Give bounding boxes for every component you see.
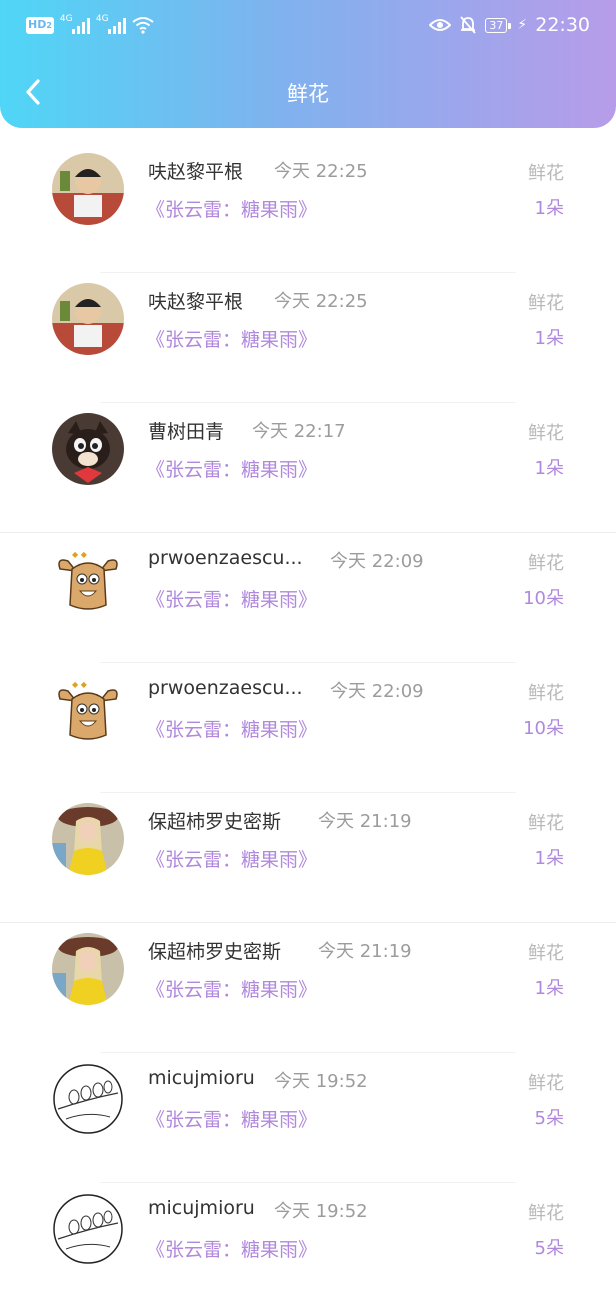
man-avatar[interactable] <box>52 283 124 355</box>
girl-avatar[interactable] <box>52 803 124 875</box>
sender-name: micujmioru <box>148 1197 255 1219</box>
eye-icon <box>429 19 452 31</box>
gift-type: 鲜花 <box>528 943 564 964</box>
gift-count: 1朵 <box>534 848 564 869</box>
signal-icon: 4G <box>60 14 90 34</box>
wifi-icon <box>132 17 154 34</box>
hd-badge: HD2 <box>26 16 54 34</box>
gift-type: 鲜花 <box>528 553 564 574</box>
gift-count: 1朵 <box>534 978 564 999</box>
gift-count: 1朵 <box>534 328 564 349</box>
sender-name: 保超杮罗史密斯 <box>148 811 282 833</box>
status-time: 22:30 <box>535 14 590 36</box>
send-time: 今天 22:25 <box>274 291 368 312</box>
header: HD2 4G 4G 37 ⚡ 22:30 鲜花 <box>0 0 616 128</box>
list-item[interactable]: micujmioru 今天 19:52 《张云雷：糖果雨》 鲜花 5朵 <box>0 1053 616 1183</box>
song-title[interactable]: 《张云雷：糖果雨》 <box>146 1235 317 1262</box>
cat-avatar[interactable] <box>52 413 124 485</box>
gift-type: 鲜花 <box>528 683 564 704</box>
gift-type: 鲜花 <box>528 423 564 444</box>
list-item[interactable]: micujmioru 今天 19:52 《张云雷：糖果雨》 鲜花 5朵 <box>0 1183 616 1313</box>
signal-icon: 4G <box>96 14 126 34</box>
song-title[interactable]: 《张云雷：糖果雨》 <box>146 585 317 612</box>
gift-count: 10朵 <box>523 588 564 609</box>
send-time: 今天 19:52 <box>274 1071 368 1092</box>
gift-count: 5朵 <box>534 1238 564 1259</box>
battery-icon: 37 <box>485 17 512 33</box>
song-title[interactable]: 《张云雷：糖果雨》 <box>146 325 317 352</box>
charging-icon: ⚡ <box>517 17 528 33</box>
send-time: 今天 19:52 <box>274 1201 368 1222</box>
gift-count: 1朵 <box>534 458 564 479</box>
sender-name: prwoenzaescu... <box>148 547 303 569</box>
sender-name: 呋赵黎平根 <box>148 291 244 313</box>
song-title[interactable]: 《张云雷：糖果雨》 <box>146 1105 317 1132</box>
song-title[interactable]: 《张云雷：糖果雨》 <box>146 845 317 872</box>
gift-type: 鲜花 <box>528 163 564 184</box>
list-item[interactable]: 呋赵黎平根 今天 22:25 《张云雷：糖果雨》 鲜花 1朵 <box>0 273 616 403</box>
girl-avatar[interactable] <box>52 933 124 1005</box>
list-item[interactable]: ◆ ◆ prwoenzaescu... 今天 22:09 《张云雷：糖果雨》 鲜… <box>0 663 616 793</box>
send-time: 今天 22:09 <box>330 551 424 572</box>
song-title[interactable]: 《张云雷：糖果雨》 <box>146 715 317 742</box>
list-item[interactable]: 保超杮罗史密斯 今天 21:19 《张云雷：糖果雨》 鲜花 1朵 <box>0 923 616 1053</box>
page-title: 鲜花 <box>287 82 329 106</box>
send-time: 今天 22:25 <box>274 161 368 182</box>
cartoon-avatar[interactable]: ◆ ◆ <box>52 543 124 615</box>
gift-type: 鲜花 <box>528 1203 564 1224</box>
sender-name: 保超杮罗史密斯 <box>148 941 282 963</box>
list-item[interactable]: ◆ ◆ prwoenzaescu... 今天 22:09 《张云雷：糖果雨》 鲜… <box>0 533 616 663</box>
sender-name: prwoenzaescu... <box>148 677 303 699</box>
send-time: 今天 22:17 <box>252 421 346 442</box>
gift-record-list: 呋赵黎平根 今天 22:25 《张云雷：糖果雨》 鲜花 1朵 呋赵黎平根 今天 … <box>0 143 616 1313</box>
mute-bell-icon <box>460 16 477 34</box>
send-time: 今天 21:19 <box>318 811 412 832</box>
list-item[interactable]: 保超杮罗史密斯 今天 21:19 《张云雷：糖果雨》 鲜花 1朵 <box>0 793 616 923</box>
list-item[interactable]: 曹树田青 今天 22:17 《张云雷：糖果雨》 鲜花 1朵 <box>0 403 616 533</box>
cartoon-avatar[interactable]: ◆ ◆ <box>52 673 124 745</box>
sketch-avatar[interactable] <box>52 1193 124 1265</box>
status-bar: HD2 4G 4G 37 ⚡ 22:30 <box>0 0 616 50</box>
song-title[interactable]: 《张云雷：糖果雨》 <box>146 195 317 222</box>
gift-count: 1朵 <box>534 198 564 219</box>
gift-type: 鲜花 <box>528 813 564 834</box>
sender-name: micujmioru <box>148 1067 255 1089</box>
list-item[interactable]: 呋赵黎平根 今天 22:25 《张云雷：糖果雨》 鲜花 1朵 <box>0 143 616 273</box>
gift-count: 5朵 <box>534 1108 564 1129</box>
song-title[interactable]: 《张云雷：糖果雨》 <box>146 975 317 1002</box>
sender-name: 呋赵黎平根 <box>148 161 244 183</box>
sketch-avatar[interactable] <box>52 1063 124 1135</box>
send-time: 今天 21:19 <box>318 941 412 962</box>
gift-type: 鲜花 <box>528 293 564 314</box>
gift-count: 10朵 <box>523 718 564 739</box>
gift-type: 鲜花 <box>528 1073 564 1094</box>
send-time: 今天 22:09 <box>330 681 424 702</box>
man-avatar[interactable] <box>52 153 124 225</box>
sender-name: 曹树田青 <box>148 421 225 443</box>
svg-text:◆ ◆: ◆ ◆ <box>72 680 88 689</box>
song-title[interactable]: 《张云雷：糖果雨》 <box>146 455 317 482</box>
svg-text:◆ ◆: ◆ ◆ <box>72 550 88 559</box>
